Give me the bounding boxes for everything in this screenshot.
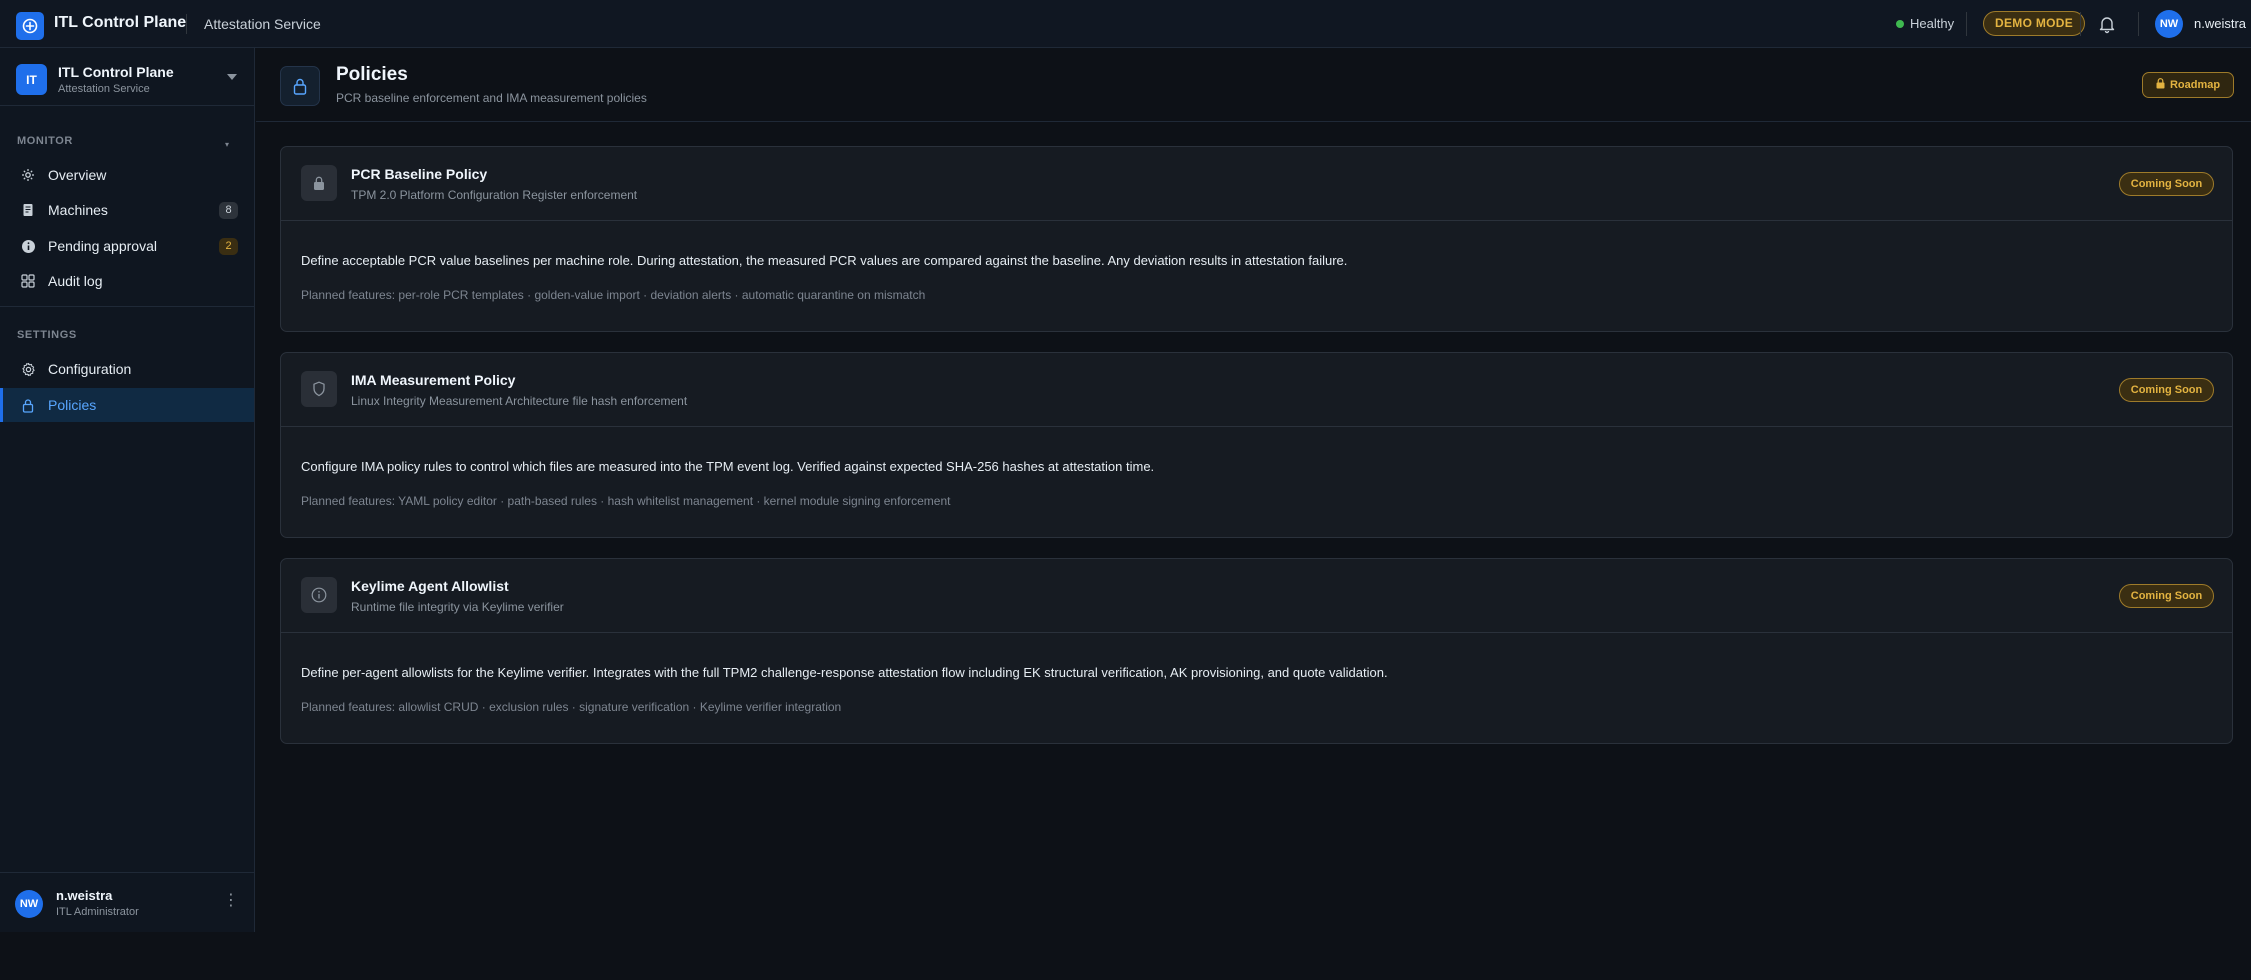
lock-icon [20,397,36,413]
document-icon [20,202,36,218]
health-label: Healthy [1910,16,1955,31]
top-bar: ITL Control Plane Attestation Service He… [0,0,2251,48]
org-avatar: IT [16,64,47,95]
status-badge: Coming Soon [2119,172,2214,196]
org-subtitle: Attestation Service [58,83,150,95]
sidebar-item-label: Configuration [48,361,132,377]
org-name: ITL Control Plane [58,64,174,80]
roadmap-button[interactable]: Roadmap [2142,72,2234,98]
sidebar-item-label: Overview [48,167,107,183]
org-switcher[interactable]: IT ITL Control Plane Attestation Service [0,48,255,106]
card-title: PCR Baseline Policy [351,166,488,182]
demo-mode-badge: DEMO MODE [1983,11,2086,36]
collapse-caret-icon[interactable]: ▾ [225,140,229,149]
sidebar-item-label: Audit log [48,273,103,289]
gear-icon [20,361,36,377]
card-planned-features: Planned features: allowlist CRUD · exclu… [301,700,842,714]
page-header: Policies PCR baseline enforcement and IM… [256,48,2251,122]
status-badge: Coming Soon [2119,584,2214,608]
sidebar-item-machines[interactable]: Machines 8 [0,193,254,227]
header-divider [2080,12,2081,36]
profile-role: ITL Administrator [56,906,139,918]
policy-card-pcr-baseline: PCR Baseline Policy TPM 2.0 Platform Con… [280,146,2233,332]
sidebar-item-pending-approval[interactable]: Pending approval 2 [0,229,254,263]
card-title: Keylime Agent Allowlist [351,578,509,594]
lock-icon [280,66,320,106]
health-dot-icon [1896,19,1904,28]
page-subtitle: PCR baseline enforcement and IMA measure… [336,91,647,105]
count-badge: 8 [219,201,238,219]
policy-card-ima-measurement: IMA Measurement Policy Linux Integrity M… [280,352,2233,538]
count-badge: 2 [219,237,238,255]
more-vertical-icon[interactable]: ⋮ [223,893,239,909]
card-subtitle: TPM 2.0 Platform Configuration Register … [351,188,638,202]
card-subtitle: Runtime file integrity via Keylime verif… [351,600,564,614]
overview-icon [20,167,36,183]
card-title: IMA Measurement Policy [351,372,516,388]
app-logo-icon[interactable] [16,12,44,40]
card-description: Define per-agent allowlists for the Keyl… [301,665,1388,680]
status-badge: Coming Soon [2119,378,2214,402]
avatar: NW [15,890,43,918]
header-divider [186,14,187,34]
shield-icon [301,371,337,407]
sidebar-user-profile[interactable]: NW n.weistra ITL Administrator ⋮ [0,872,254,932]
sidebar-item-policies[interactable]: Policies [0,388,254,422]
bell-icon[interactable] [2097,14,2117,34]
card-header: PCR Baseline Policy TPM 2.0 Platform Con… [281,147,2232,221]
roadmap-label: Roadmap [2169,79,2221,91]
card-description: Define acceptable PCR value baselines pe… [301,253,1348,268]
section-label-settings: SETTINGS [17,329,77,341]
sidebar-item-configuration[interactable]: Configuration [0,352,254,386]
card-description: Configure IMA policy rules to control wh… [301,459,1155,474]
info-icon [20,238,36,254]
card-header: IMA Measurement Policy Linux Integrity M… [281,353,2232,427]
card-header: Keylime Agent Allowlist Runtime file int… [281,559,2232,633]
sidebar-item-label: Pending approval [48,238,157,254]
user-name[interactable]: n.weistra [2194,16,2246,31]
card-subtitle: Linux Integrity Measurement Architecture… [351,394,688,408]
health-status: Healthy [1896,16,1954,31]
sidebar-item-label: Policies [48,397,97,413]
sidebar-item-audit-log[interactable]: Audit log [0,264,254,298]
policy-card-keylime-allowlist: Keylime Agent Allowlist Runtime file int… [280,558,2233,744]
section-label-monitor: MONITOR [17,135,73,147]
sidebar-divider [0,306,254,307]
sidebar-item-overview[interactable]: Overview [0,158,254,192]
avatar[interactable]: NW [2155,10,2183,38]
header-divider [2138,12,2139,36]
sidebar: IT ITL Control Plane Attestation Service… [0,48,255,932]
grid-icon [20,273,36,289]
info-icon [301,577,337,613]
sidebar-item-label: Machines [48,202,108,218]
lock-icon [301,165,337,201]
card-planned-features: Planned features: per-role PCR templates… [301,288,926,302]
profile-name: n.weistra [56,888,113,903]
page-title: Policies [336,64,408,85]
service-name: Attestation Service [204,16,321,32]
header-divider [1966,12,1967,36]
lock-icon [2156,78,2165,92]
card-planned-features: Planned features: YAML policy editor · p… [301,494,951,508]
app-name[interactable]: ITL Control Plane [54,14,186,32]
chevron-down-icon[interactable] [227,74,237,80]
